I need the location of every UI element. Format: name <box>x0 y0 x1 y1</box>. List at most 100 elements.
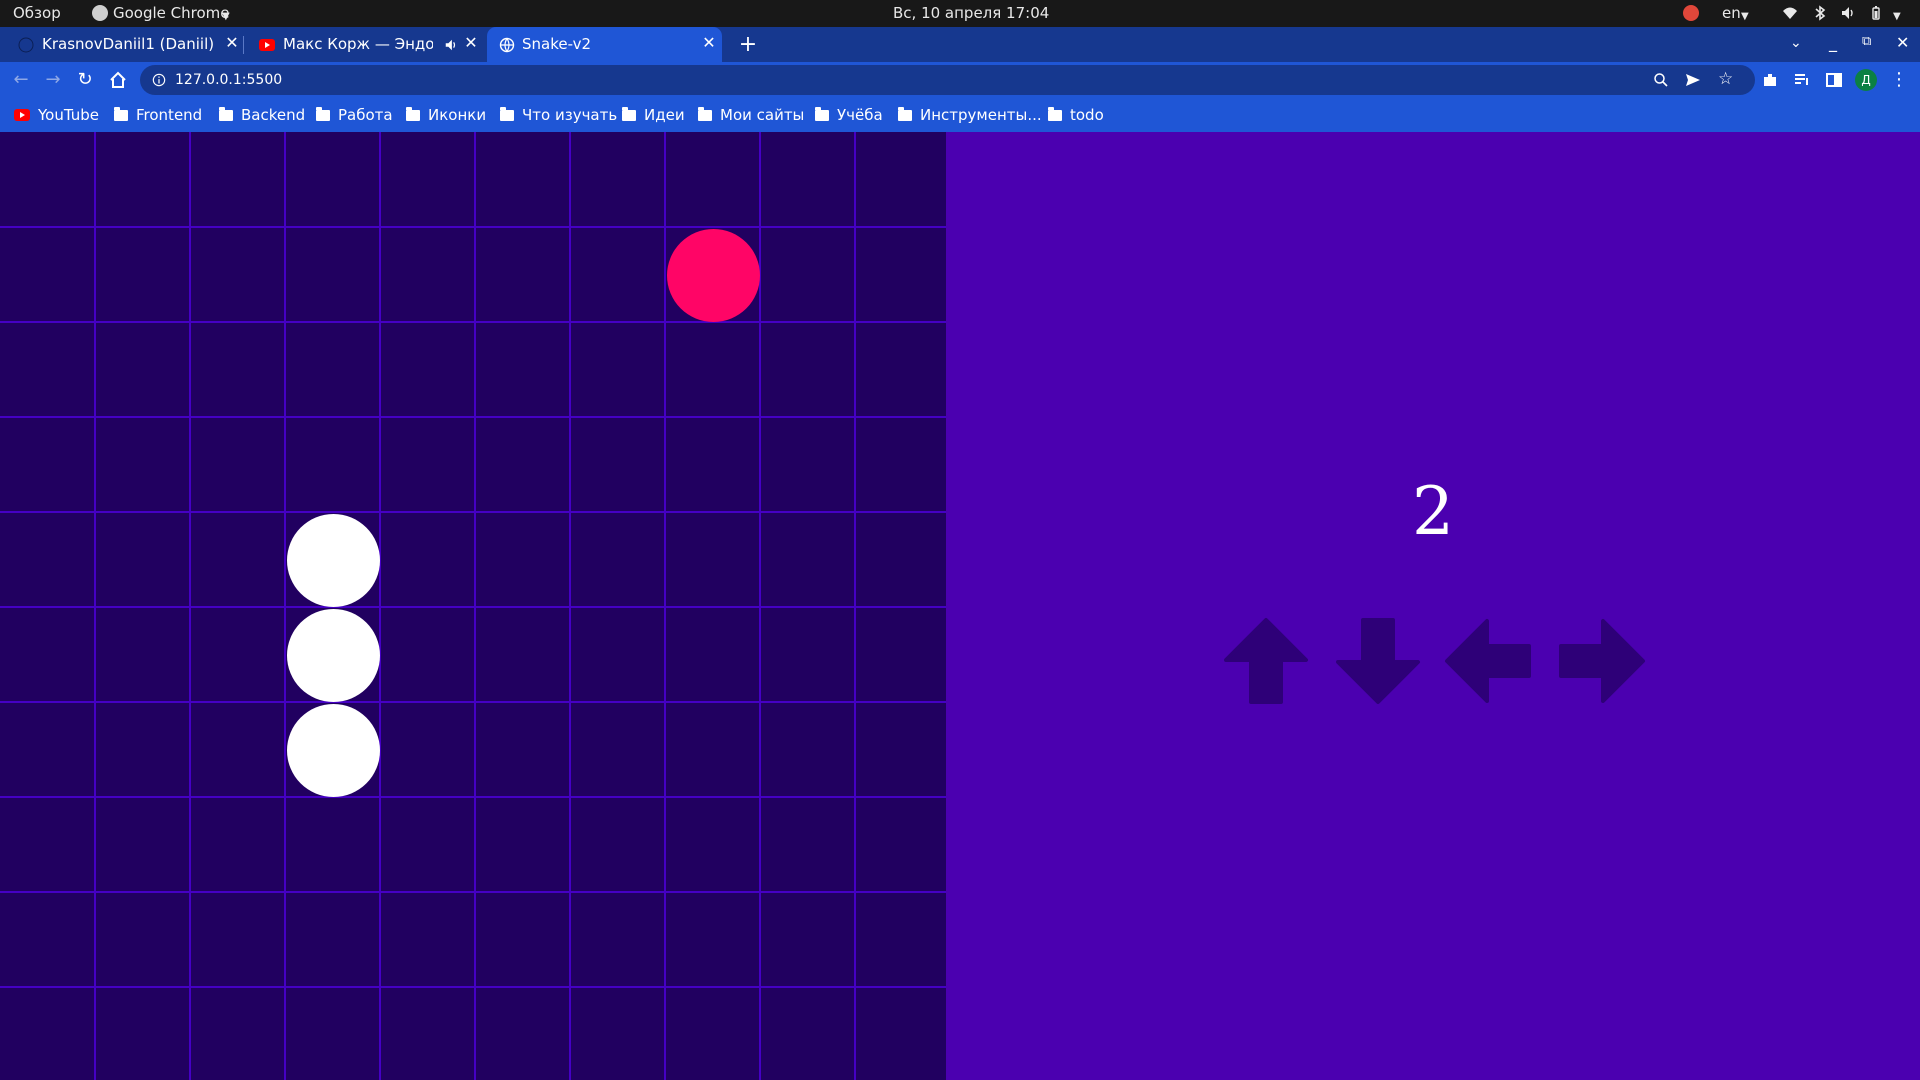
bookmark-label: todo <box>1070 106 1104 124</box>
send-icon[interactable] <box>1685 72 1701 88</box>
bookmark-folder[interactable]: Что изучать <box>500 106 617 124</box>
bookmark-star-icon[interactable]: ☆ <box>1718 69 1733 89</box>
youtube-icon <box>259 39 275 51</box>
folder-icon <box>219 107 233 121</box>
bookmark-label: Backend <box>241 106 306 124</box>
tab-title: KrasnovDaniil1 (Daniil) <box>42 35 215 53</box>
snake-head <box>287 514 380 607</box>
tab-github[interactable]: KrasnovDaniil1 (Daniil) ✕ <box>0 27 242 62</box>
close-tab-icon[interactable]: ✕ <box>461 33 481 53</box>
back-icon[interactable]: ← <box>11 70 31 90</box>
bookmark-folder[interactable]: Работа <box>316 106 393 124</box>
volume-icon[interactable] <box>1840 5 1856 21</box>
chevron-down-icon[interactable]: ▼ <box>1893 7 1901 26</box>
globe-icon <box>499 37 515 53</box>
keyboard-layout[interactable]: en <box>1722 4 1741 23</box>
grid-line-horizontal <box>0 226 946 228</box>
tab-title: Макс Корж — Эндорф <box>283 35 433 53</box>
bookmark-folder[interactable]: Учёба <box>815 106 883 124</box>
bookmark-label: Frontend <box>136 106 203 124</box>
restore-icon[interactable]: ⧉ <box>1862 34 1871 49</box>
folder-icon <box>815 107 829 121</box>
bookmark-folder[interactable]: Инструменты... <box>898 106 1042 124</box>
system-top-bar: Обзор Google Chrome ▼ Вс, 10 апреля 17:0… <box>0 0 1920 27</box>
battery-icon[interactable] <box>1868 5 1884 21</box>
browser-toolbar: ← → ↻ 127.0.0.1:5500 ☆ Д ⋮ <box>0 62 1920 98</box>
folder-icon <box>316 107 330 121</box>
tab-strip: KrasnovDaniil1 (Daniil) ✕ Макс Корж — Эн… <box>0 27 1920 62</box>
github-icon <box>18 37 34 53</box>
arrow-down-icon[interactable] <box>1333 616 1423 706</box>
youtube-icon <box>14 109 30 121</box>
chevron-down-icon: ▼ <box>1741 11 1749 22</box>
folder-icon <box>406 107 420 121</box>
tab-snake[interactable]: Snake-v2 ✕ <box>487 27 722 62</box>
arrow-left-icon[interactable] <box>1443 616 1533 706</box>
bookmark-label: Работа <box>338 106 393 124</box>
media-queue-icon[interactable] <box>1792 70 1812 90</box>
folder-icon <box>622 107 636 121</box>
score-counter: 2 <box>1412 473 1454 550</box>
url-text: 127.0.0.1:5500 <box>175 72 283 88</box>
bookmark-folder[interactable]: todo <box>1048 106 1104 124</box>
minimize-icon[interactable]: _ <box>1829 33 1837 52</box>
grid-line-horizontal <box>0 511 946 513</box>
bookmark-label: Мои сайты <box>720 106 805 124</box>
tab-youtube[interactable]: Макс Корж — Эндорф ✕ <box>244 27 486 62</box>
close-window-icon[interactable]: ✕ <box>1896 33 1909 52</box>
tab-title: Snake-v2 <box>522 35 592 53</box>
arrow-right-icon[interactable] <box>1557 616 1647 706</box>
bookmark-youtube[interactable]: YouTube <box>14 106 99 124</box>
activities-button[interactable]: Обзор <box>13 4 61 23</box>
food-item <box>667 229 760 322</box>
bluetooth-icon[interactable] <box>1812 5 1828 21</box>
bookmark-folder[interactable]: Идеи <box>622 106 685 124</box>
zoom-icon[interactable] <box>1653 72 1669 88</box>
wifi-icon[interactable] <box>1782 5 1798 21</box>
close-tab-icon[interactable]: ✕ <box>222 33 242 53</box>
grid-line-horizontal <box>0 701 946 703</box>
grid-line-horizontal <box>0 891 946 893</box>
game-board <box>0 132 951 1080</box>
grid-line-horizontal <box>0 321 946 323</box>
tray-app-icon[interactable] <box>1683 5 1699 21</box>
snake-segment <box>287 609 380 702</box>
grid-line-horizontal <box>0 986 946 988</box>
tab-search-icon[interactable]: ⌄ <box>1790 35 1802 51</box>
profile-avatar[interactable]: Д <box>1855 69 1877 91</box>
bookmark-label: Инструменты... <box>920 106 1042 124</box>
close-tab-icon[interactable]: ✕ <box>699 33 719 53</box>
reload-icon[interactable]: ↻ <box>75 70 95 90</box>
clock[interactable]: Вс, 10 апреля 17:04 <box>893 4 1049 23</box>
extensions-icon[interactable] <box>1760 70 1780 90</box>
chevron-down-icon: ▼ <box>222 11 230 22</box>
side-panel: 2 <box>946 132 1920 1080</box>
home-icon[interactable] <box>108 70 128 90</box>
arrow-up-icon[interactable] <box>1221 616 1311 706</box>
site-info-icon[interactable] <box>152 73 166 87</box>
bookmark-folder[interactable]: Иконки <box>406 106 486 124</box>
grid-line-horizontal <box>0 606 946 608</box>
app-menu[interactable]: Google Chrome <box>113 4 230 23</box>
folder-icon <box>500 107 514 121</box>
bookmarks-bar: YouTube Frontend Backend Работа Иконки Ч… <box>0 98 1920 132</box>
snake-segment <box>287 704 380 797</box>
address-bar[interactable]: 127.0.0.1:5500 ☆ <box>140 65 1755 95</box>
bookmark-folder[interactable]: Мои сайты <box>698 106 804 124</box>
folder-icon <box>898 107 912 121</box>
bookmark-label: YouTube <box>38 106 99 124</box>
audio-playing-icon[interactable] <box>444 38 458 52</box>
bookmark-folder[interactable]: Backend <box>219 106 305 124</box>
grid-line-horizontal <box>0 796 946 798</box>
folder-icon <box>698 107 712 121</box>
side-panel-icon[interactable] <box>1824 70 1844 90</box>
chrome-icon <box>92 5 108 21</box>
grid-line-horizontal <box>0 416 946 418</box>
new-tab-icon[interactable]: + <box>737 34 759 56</box>
menu-kebab-icon[interactable]: ⋮ <box>1889 70 1909 90</box>
bookmark-folder[interactable]: Frontend <box>114 106 202 124</box>
forward-icon[interactable]: → <box>43 70 63 90</box>
bookmark-label: Идеи <box>644 106 685 124</box>
folder-icon <box>1048 107 1062 121</box>
bookmark-label: Что изучать <box>522 106 618 124</box>
